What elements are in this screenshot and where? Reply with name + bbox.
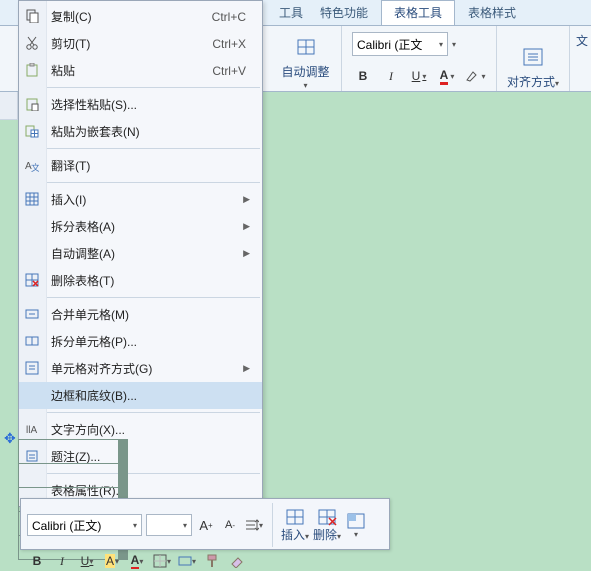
tab-table-tools[interactable]: 表格工具 <box>381 0 455 25</box>
svg-text:文: 文 <box>31 162 39 172</box>
mini-toolbar: Calibri (正文)▾ ▾ A+ A- ▾ 插入▾ 删除▾ ▾ B I U▾… <box>20 498 390 550</box>
align-label[interactable]: 对齐方式 <box>507 75 555 89</box>
mini-font-color-button[interactable]: A▾ <box>127 551 147 571</box>
menu-cell-align[interactable]: 单元格对齐方式(G)▶ <box>19 355 262 382</box>
mini-highlight-button[interactable]: A▾ <box>102 551 122 571</box>
mini-select-button[interactable]: ▾ <box>345 512 367 539</box>
font-color-button[interactable]: A▾ <box>436 65 458 87</box>
align-icon[interactable] <box>518 42 548 72</box>
mini-italic-button[interactable]: I <box>52 551 72 571</box>
menu-copy[interactable]: 复制(C)Ctrl+C <box>19 3 262 30</box>
text-direction-icon: llA <box>24 421 40 437</box>
ribbon-frag-text: 文 <box>576 32 588 49</box>
svg-text:llA: llA <box>26 425 37 436</box>
ribbon-group-font: Calibri (正文▾ ▾ B I U▾ A▾ ▾ <box>342 26 497 91</box>
menu-merge-cells[interactable]: 合并单元格(M) <box>19 301 262 328</box>
cut-icon <box>24 35 40 51</box>
line-spacing-button[interactable]: ▾ <box>244 515 264 535</box>
italic-button[interactable]: I <box>380 65 402 87</box>
mini-font-value: Calibri (正文) <box>32 517 101 534</box>
menu-auto-adjust[interactable]: 自动调整(A)▶ <box>19 240 262 267</box>
menu-cut[interactable]: 剪切(T)Ctrl+X <box>19 30 262 57</box>
menu-paste-nested[interactable]: 粘贴为嵌套表(N) <box>19 118 262 145</box>
context-menu: 复制(C)Ctrl+C 剪切(T)Ctrl+X 粘贴Ctrl+V 选择性粘贴(S… <box>18 0 263 507</box>
mini-merge-button[interactable]: ▾ <box>177 551 197 571</box>
delete-table-icon <box>24 272 40 288</box>
tab-table-style[interactable]: 表格样式 <box>455 0 529 25</box>
mini-delete-button[interactable]: 删除▾ <box>313 508 341 543</box>
ribbon-group-autofit: 自动调整▾ <box>270 26 342 91</box>
paste-nested-icon <box>24 123 40 139</box>
underline-button[interactable]: U▾ <box>408 65 430 87</box>
menu-delete-table[interactable]: 删除表格(T) <box>19 267 262 294</box>
paste-icon <box>24 62 40 78</box>
submenu-arrow-icon: ▶ <box>243 248 250 259</box>
menu-split-cells[interactable]: 拆分单元格(P)... <box>19 328 262 355</box>
menu-split-table[interactable]: 拆分表格(A)▶ <box>19 213 262 240</box>
menu-paste[interactable]: 粘贴Ctrl+V <box>19 57 262 84</box>
submenu-arrow-icon: ▶ <box>243 363 250 374</box>
submenu-arrow-icon: ▶ <box>243 194 250 205</box>
paste-special-icon <box>24 96 40 112</box>
submenu-arrow-icon: ▶ <box>243 221 250 232</box>
translate-icon: A文 <box>24 157 40 173</box>
decrease-font-button[interactable]: A- <box>220 515 240 535</box>
cell-align-icon <box>24 360 40 376</box>
table-move-handle-icon[interactable]: ✥ <box>4 430 16 447</box>
mini-size-combo[interactable]: ▾ <box>146 514 192 536</box>
menu-translate[interactable]: A文 翻译(T) <box>19 152 262 179</box>
font-name-combo[interactable]: Calibri (正文▾ <box>352 32 448 56</box>
merge-cells-icon <box>24 306 40 322</box>
increase-font-button[interactable]: A+ <box>196 515 216 535</box>
mini-underline-button[interactable]: U▾ <box>77 551 97 571</box>
ribbon-group-align: 对齐方式▾ <box>497 26 570 91</box>
bold-button[interactable]: B <box>352 65 374 87</box>
mini-clear-format-button[interactable] <box>227 551 247 571</box>
mini-font-combo[interactable]: Calibri (正文)▾ <box>27 514 142 536</box>
highlight-button[interactable]: ▾ <box>464 65 486 87</box>
mini-format-painter-button[interactable] <box>202 551 222 571</box>
insert-icon <box>24 191 40 207</box>
font-name-value: Calibri (正文 <box>357 36 422 53</box>
copy-icon <box>24 8 40 24</box>
ribbon-fragment-right: 文 <box>570 26 588 91</box>
mini-insert-button[interactable]: 插入▾ <box>281 508 309 543</box>
mini-border-button[interactable]: ▾ <box>152 551 172 571</box>
menu-paste-special[interactable]: 选择性粘贴(S)... <box>19 91 262 118</box>
tab-fragment[interactable]: 工具 <box>270 0 307 25</box>
menu-borders-shading[interactable]: 边框和底纹(B)... <box>19 382 262 409</box>
autofit-label[interactable]: 自动调整 <box>281 63 329 80</box>
mini-bold-button[interactable]: B <box>27 551 47 571</box>
tab-special[interactable]: 特色功能 <box>307 0 381 25</box>
menu-insert[interactable]: 插入(I)▶ <box>19 186 262 213</box>
split-cells-icon <box>24 333 40 349</box>
autofit-icon[interactable] <box>291 32 321 62</box>
